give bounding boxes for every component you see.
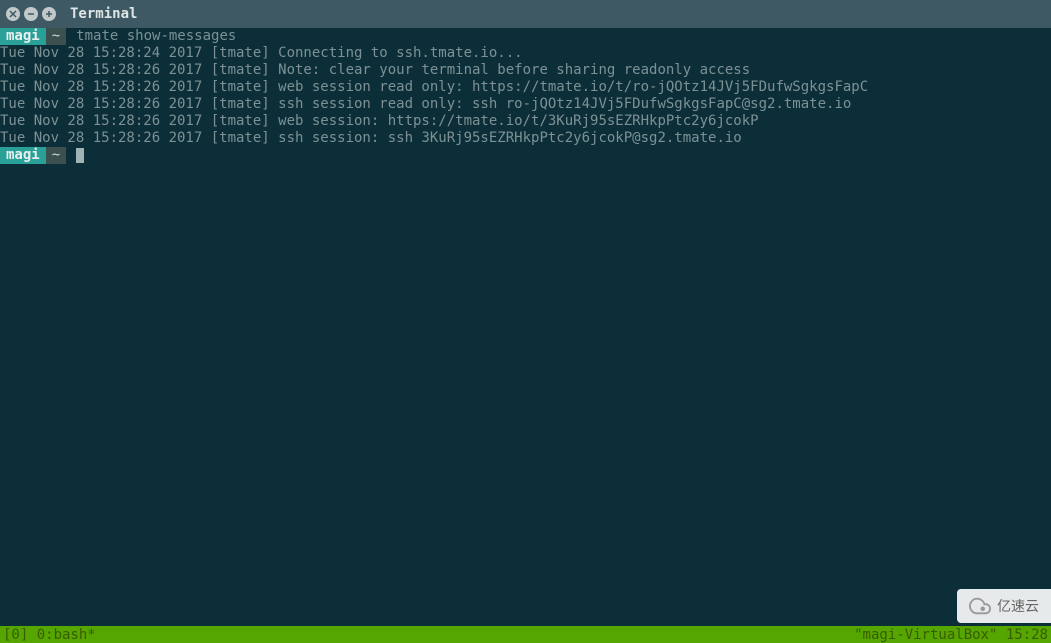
minimize-icon [27, 10, 35, 18]
window-titlebar: Terminal [0, 0, 1051, 28]
maximize-icon [45, 10, 53, 18]
prompt-line: magi ~ tmate show-messages [0, 28, 1051, 45]
tmux-statusbar: [0] 0:bash* "magi-VirtualBox" 15:28 [0, 626, 1051, 643]
prompt-path: ~ [46, 147, 66, 164]
prompt-user: magi [0, 147, 46, 164]
prompt-path: ~ [46, 28, 66, 45]
watermark-text: 亿速云 [997, 596, 1039, 616]
terminal-cursor [76, 148, 84, 163]
prompt-line: magi ~ [0, 147, 1051, 164]
output-line: Tue Nov 28 15:28:24 2017 [tmate] Connect… [0, 45, 1051, 62]
output-line: Tue Nov 28 15:28:26 2017 [tmate] web ses… [0, 113, 1051, 130]
maximize-button[interactable] [42, 7, 56, 21]
window-title: Terminal [70, 6, 137, 22]
prompt-user: magi [0, 28, 46, 45]
terminal-content[interactable]: magi ~ tmate show-messages Tue Nov 28 15… [0, 28, 1051, 626]
cloud-icon [969, 595, 991, 617]
minimize-button[interactable] [24, 7, 38, 21]
output-line: Tue Nov 28 15:28:26 2017 [tmate] ssh ses… [0, 130, 1051, 147]
output-line: Tue Nov 28 15:28:26 2017 [tmate] web ses… [0, 79, 1051, 96]
close-icon [9, 10, 17, 18]
window-controls [6, 7, 56, 21]
output-line: Tue Nov 28 15:28:26 2017 [tmate] Note: c… [0, 62, 1051, 79]
prompt-command: tmate show-messages [76, 28, 236, 45]
output-line: Tue Nov 28 15:28:26 2017 [tmate] ssh ses… [0, 96, 1051, 113]
close-button[interactable] [6, 7, 20, 21]
watermark: 亿速云 [957, 589, 1051, 623]
statusbar-right: "magi-VirtualBox" 15:28 [854, 627, 1048, 643]
statusbar-left: [0] 0:bash* [3, 627, 96, 643]
